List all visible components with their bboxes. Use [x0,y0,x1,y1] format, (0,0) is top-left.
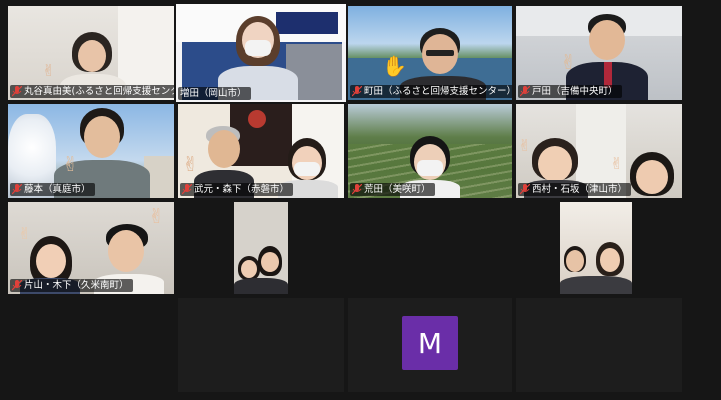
participant-name-tag: 丸谷真由美(ふるさと回帰支援センター… [10,85,174,98]
mic-muted-icon [12,86,22,97]
video-tile-masuda[interactable]: 増田（岡山市） [176,4,346,102]
video-tile-avatar[interactable]: M [348,298,512,392]
empty-video-tile [516,298,682,392]
mic-muted-icon [12,184,22,195]
mic-muted-icon [520,86,530,97]
participant-name-tag: 西村・石坂（津山市） [518,183,632,196]
mic-muted-icon [520,184,530,195]
video-tile-small-right[interactable] [560,202,632,294]
video-tile-takemoto-morishita[interactable]: ✌ 武元・森下（赤磐市） [178,104,344,198]
video-tile-machida[interactable]: ✋ 町田（ふるさと回帰支援センター） [348,6,512,100]
video-tile-fujimoto[interactable]: ✌ 藤本（真庭市） [8,104,174,198]
participant-name-tag: 町田（ふるさと回帰支援センター） [350,85,512,98]
video-tile-toda[interactable]: ✌ 戸田（吉備中央町） [516,6,682,100]
mic-muted-icon [352,184,362,195]
participant-name-tag: 片山・木下（久米南町） [10,279,133,292]
participant-name-tag: 荒田（美咲町） [350,183,435,196]
participant-name-tag: 武元・森下（赤磐市） [180,183,294,196]
mic-muted-icon [182,184,192,195]
video-tile-nishimura-ishizaka[interactable]: ✌ ✌ 西村・石坂（津山市） [516,104,682,198]
participant-name-tag: 増田（岡山市） [178,87,251,100]
video-tile-maruya[interactable]: ✌ 丸谷真由美(ふるさと回帰支援センター… [8,6,174,100]
participant-avatar: M [402,316,458,370]
video-tile-katayama-kinoshita[interactable]: ✌ ✌ 片山・木下（久米南町） [8,202,174,294]
empty-video-tile [178,298,344,392]
video-tile-arata[interactable]: 荒田（美咲町） [348,104,512,198]
mic-muted-icon [352,86,362,97]
video-tile-small-center[interactable] [234,202,288,294]
participant-name-tag: 戸田（吉備中央町） [518,85,622,98]
mic-muted-icon [12,280,22,291]
participant-name-tag: 藤本（真庭市） [10,183,95,196]
